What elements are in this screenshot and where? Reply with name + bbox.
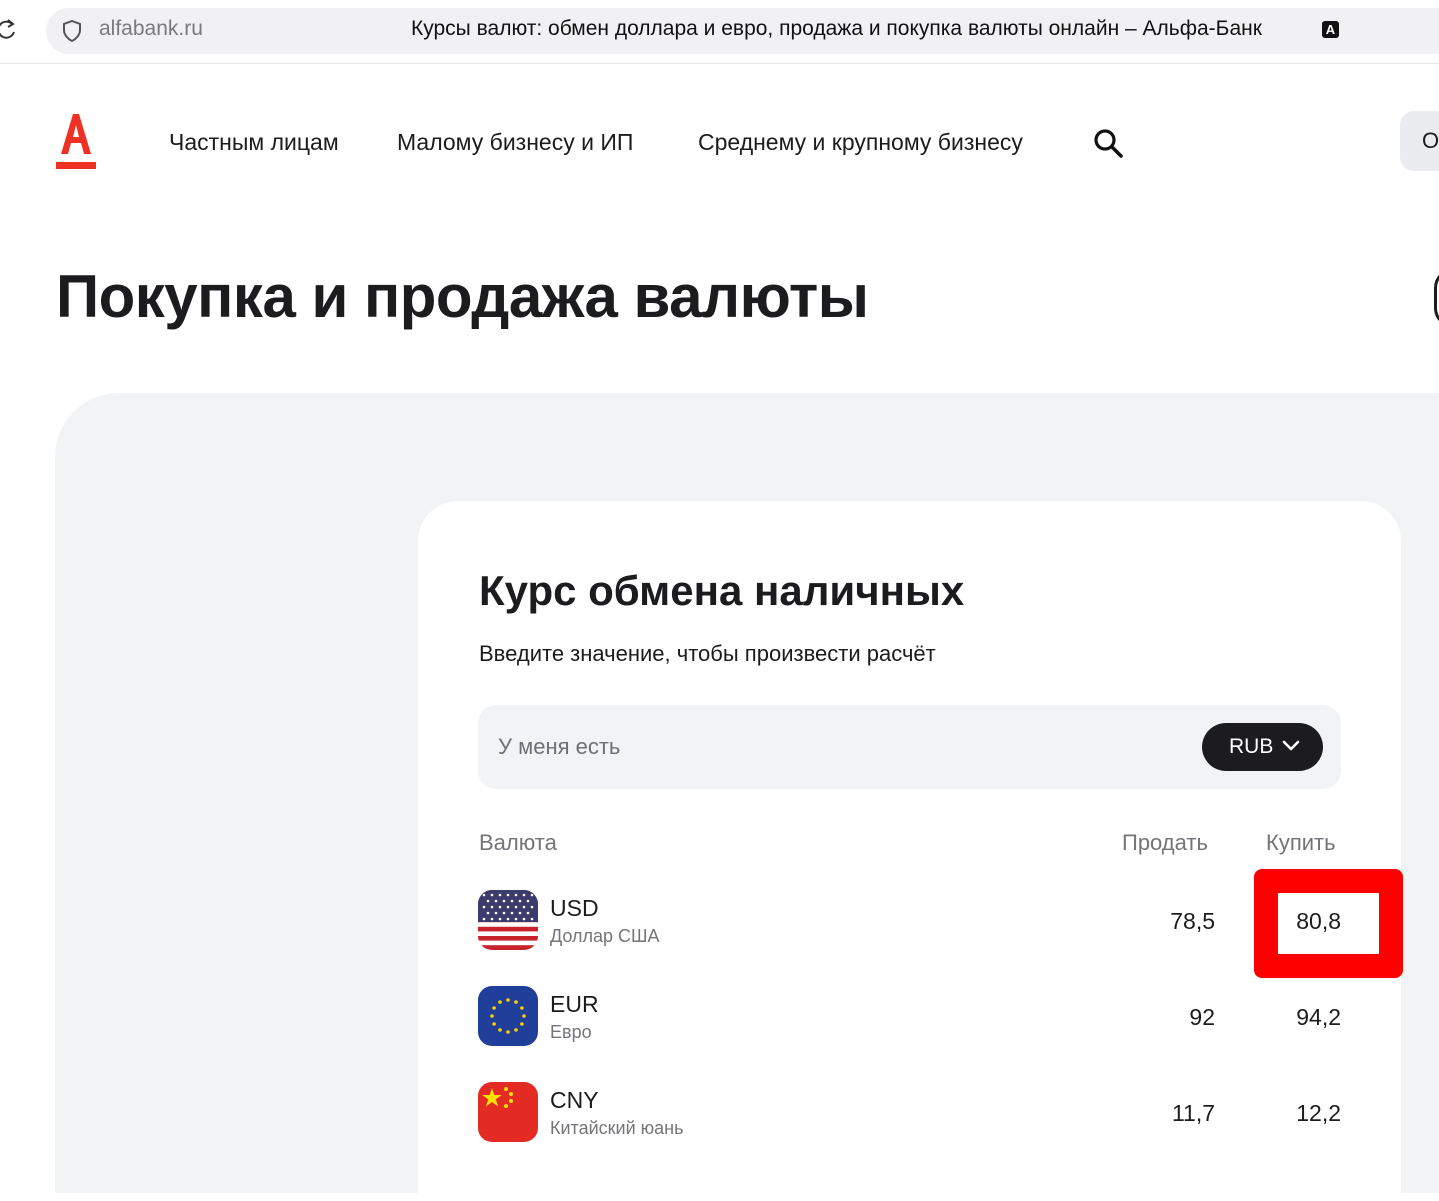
card-title: Курс обмена наличных: [479, 567, 965, 614]
column-header-buy: Купить: [1266, 830, 1336, 855]
buy-rate: 94,2: [1296, 1004, 1341, 1030]
hero-title: Покупка и продажа валюты: [56, 263, 869, 330]
currency-name: Евро: [550, 1022, 592, 1042]
currency-row-eur[interactable]: EUR Евро 92 94,2: [478, 986, 1341, 1082]
amount-input[interactable]: [496, 727, 1176, 767]
chevron-down-icon: [1282, 740, 1300, 751]
nav-small-business[interactable]: Малому бизнесу и ИП: [397, 129, 633, 156]
currency-row-cny[interactable]: CNY Китайский юань 11,7 12,2: [478, 1082, 1341, 1178]
cn-flag-icon: [478, 1082, 538, 1142]
search-icon[interactable]: [1092, 127, 1124, 159]
reload-icon[interactable]: [0, 16, 20, 42]
card-subtitle: Введите значение, чтобы произвести расчё…: [479, 641, 936, 666]
us-flag-icon: [478, 890, 538, 950]
shield-icon: [63, 20, 81, 42]
currency-row-usd[interactable]: USD Доллар США 78,5 80,8: [478, 890, 1341, 986]
buy-rate: 80,8: [1296, 908, 1341, 934]
currency-select-label: RUB: [1229, 735, 1274, 758]
exchange-card: Курс обмена наличных Введите значение, ч…: [418, 501, 1401, 1201]
nav-private[interactable]: Частным лицам: [169, 129, 339, 156]
header-right-button[interactable]: О: [1400, 111, 1439, 171]
browser-address-bar: alfabank.ru Курсы валют: обмен доллара и…: [0, 0, 1439, 64]
currency-name: Доллар США: [550, 926, 660, 946]
currency-name: Китайский юань: [550, 1118, 684, 1138]
sell-rate: 78,5: [1170, 908, 1215, 934]
nav-corporate[interactable]: Среднему и крупному бизнесу: [698, 129, 1023, 156]
sell-rate: 11,7: [1171, 1100, 1215, 1126]
eu-flag-icon: [478, 986, 538, 1046]
sell-rate: 92: [1189, 1004, 1215, 1030]
page-title-text: Курсы валют: обмен доллара и евро, прода…: [411, 17, 1262, 40]
amount-input-box[interactable]: RUB: [478, 705, 1341, 789]
translate-icon[interactable]: A: [1322, 21, 1339, 38]
edge-control[interactable]: [1434, 268, 1439, 328]
currency-code: EUR: [550, 991, 599, 1017]
header-right-button-label: О: [1422, 128, 1439, 153]
currency-select[interactable]: RUB: [1202, 723, 1323, 771]
column-header-currency: Валюта: [479, 830, 557, 855]
buy-rate: 12,2: [1296, 1100, 1341, 1126]
currency-code: USD: [550, 895, 599, 921]
url-text[interactable]: alfabank.ru: [99, 17, 203, 41]
currency-code: CNY: [550, 1087, 599, 1113]
alfa-logo[interactable]: [56, 110, 96, 172]
column-header-sell: Продать: [1122, 830, 1208, 855]
